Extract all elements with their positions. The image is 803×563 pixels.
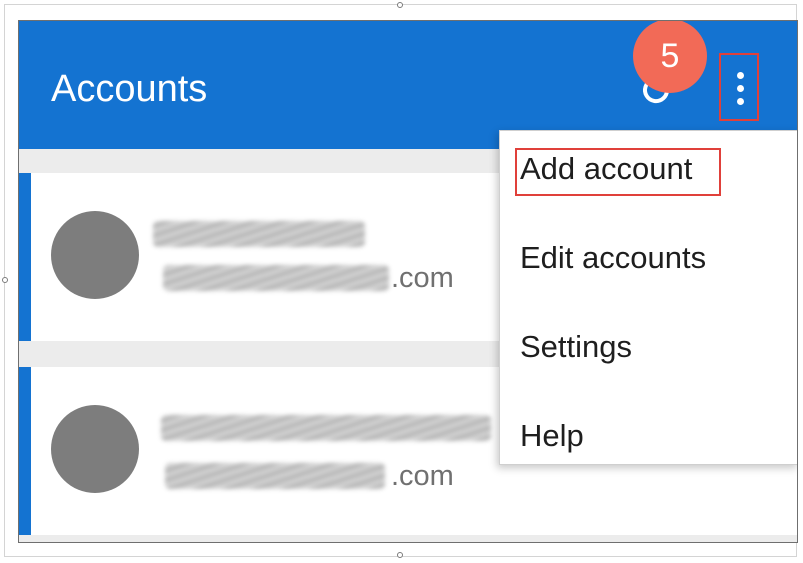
menu-item-edit-accounts[interactable]: Edit accounts [500,223,797,293]
resize-handle-top[interactable] [397,2,403,8]
overflow-menu: Add account Edit accounts Settings Help [499,130,797,465]
resize-handle-left[interactable] [2,277,8,283]
menu-item-label: Settings [520,329,633,364]
redacted-email [165,463,385,489]
menu-item-label: Edit accounts [520,240,707,275]
menu-item-add-account[interactable]: Add account [500,134,797,204]
more-vertical-icon-dot [737,85,744,92]
page-title: Accounts [51,68,208,110]
resize-handle-bottom[interactable] [397,552,403,558]
accounts-app: Accounts 5 .com .com Add account Edit ac… [18,20,798,543]
account-email-domain: .com [391,262,454,294]
menu-item-settings[interactable]: Settings [500,312,797,382]
avatar [51,405,139,493]
menu-item-label: Help [520,418,584,453]
avatar [51,211,139,299]
redacted-name [153,221,365,247]
account-accent-strip [19,367,31,535]
redacted-email [163,265,389,291]
more-options-button[interactable] [719,53,759,121]
step-number-badge: 5 [633,21,707,93]
highlight-box [515,148,721,196]
menu-item-help[interactable]: Help [500,401,797,471]
more-vertical-icon [737,72,744,79]
redacted-name [161,415,491,441]
more-vertical-icon-dot [737,98,744,105]
account-accent-strip [19,173,31,341]
account-email-domain: .com [391,460,454,492]
